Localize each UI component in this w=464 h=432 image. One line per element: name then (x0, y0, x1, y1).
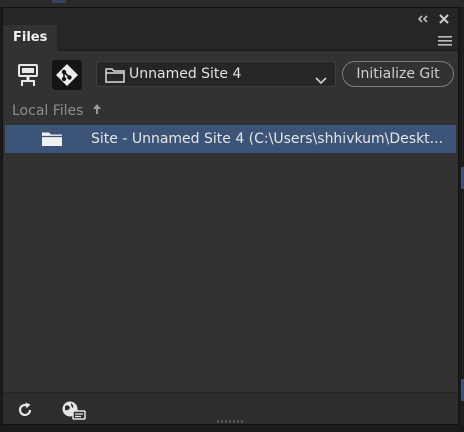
initialize-git-button[interactable]: Initialize Git (342, 61, 454, 87)
site-root-label: Site - Unnamed Site 4 (C:\Users\shhivkum… (91, 131, 444, 147)
table-row[interactable]: Site - Unnamed Site 4 (C:\Users\shhivkum… (5, 125, 456, 153)
tab-files[interactable]: Files (3, 25, 58, 51)
local-files-label: Local Files (12, 103, 84, 119)
files-panel: Files Unnamed Site 4 Initialize Git Loca… (2, 7, 459, 425)
chevron-down-icon (315, 70, 327, 89)
folder-icon (41, 131, 63, 151)
top-strip-fragment (52, 0, 66, 3)
computer-network-icon[interactable] (14, 61, 42, 89)
site-selector[interactable]: Unnamed Site 4 (96, 61, 336, 87)
panel-footer (3, 392, 458, 424)
panel-titlebar (3, 8, 458, 25)
files-toolbar: Unnamed Site 4 Initialize Git (3, 60, 458, 90)
panel-tab-row: Files (3, 25, 458, 51)
hamburger-icon[interactable] (438, 32, 452, 46)
local-files-header[interactable]: Local Files (12, 101, 102, 121)
up-arrow-icon (92, 101, 102, 121)
refresh-icon[interactable] (14, 399, 36, 421)
top-strip (0, 0, 464, 7)
close-icon[interactable] (438, 10, 450, 24)
resize-grip[interactable] (216, 420, 245, 423)
git-diamond-icon[interactable] (52, 60, 82, 90)
folder-icon (105, 67, 125, 87)
double-chevron-icon[interactable] (416, 10, 430, 23)
globe-chat-icon[interactable] (60, 399, 88, 421)
site-selector-value: Unnamed Site 4 (129, 66, 242, 82)
file-tree: Site - Unnamed Site 4 (C:\Users\shhivkum… (3, 125, 458, 385)
